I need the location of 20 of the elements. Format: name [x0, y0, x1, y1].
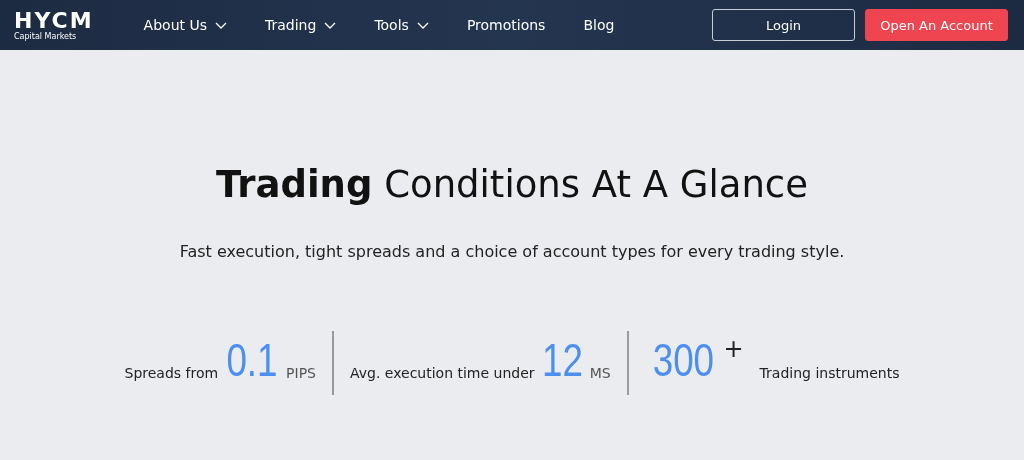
logo-wordmark[interactable]: HYCM: [14, 9, 94, 32]
login-button[interactable]: Login: [712, 9, 855, 41]
logo-tagline: Capital Markets: [14, 31, 77, 41]
nav-link[interactable]: About Us: [143, 17, 227, 33]
nav-link[interactable]: Tools: [374, 17, 429, 33]
nav-link[interactable]: Blog: [583, 17, 615, 33]
nav-link[interactable]: Trading: [265, 17, 337, 33]
page-heading: Trading Conditions At A Glance: [216, 163, 808, 206]
stat-value: 12: [541, 337, 583, 383]
stat-value: 0.1: [226, 337, 278, 383]
stat-unit: +: [723, 335, 744, 365]
stat-label: Trading instruments: [759, 365, 900, 383]
stat-unit: PIPS: [286, 365, 316, 383]
stat-label: Spreads from: [124, 365, 219, 383]
subtitle: Fast execution, tight spreads and a choice of account types for every trading style.: [179, 242, 845, 261]
nav-link[interactable]: Promotions: [466, 17, 546, 33]
stat-unit: MS: [589, 365, 611, 383]
stat-value: 300: [652, 337, 714, 383]
open-account-button[interactable]: Open An Account: [865, 9, 1008, 41]
stat-label: Avg. execution time under: [350, 365, 535, 383]
